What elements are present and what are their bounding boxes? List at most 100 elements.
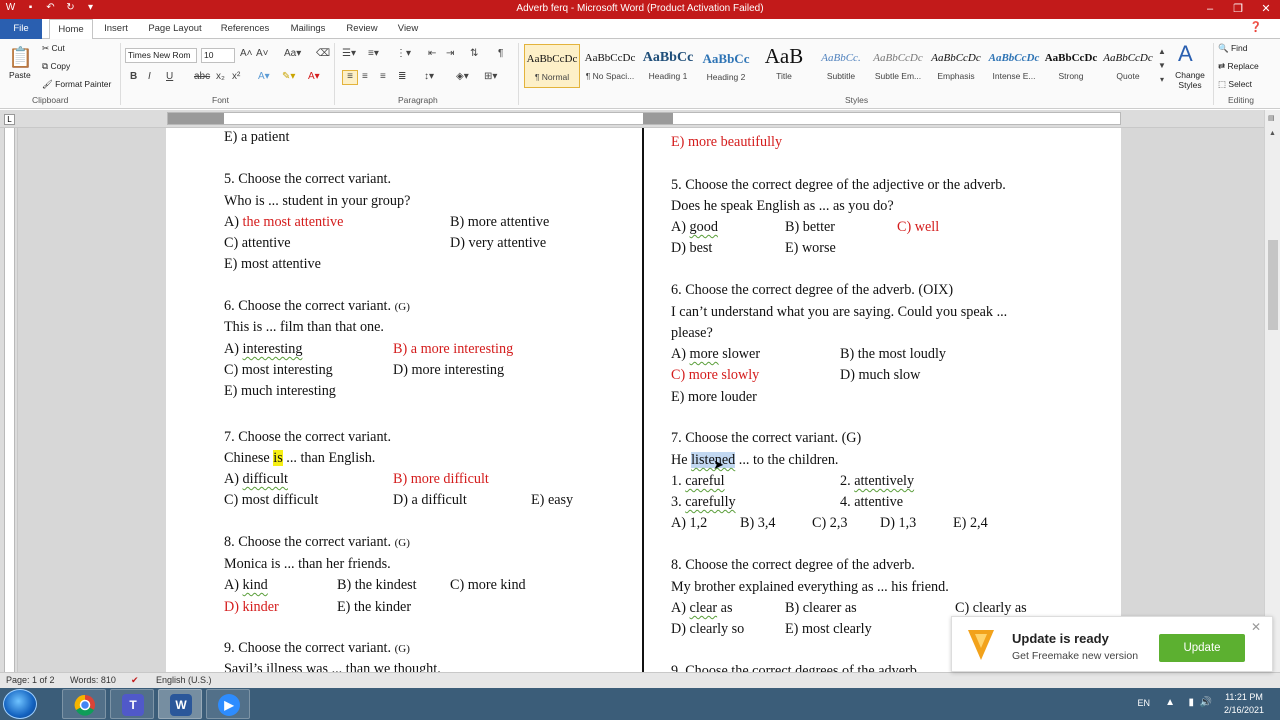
bullets-icon[interactable]: ☰▾ [342, 48, 356, 59]
numbering-icon[interactable]: ≡▾ [368, 48, 379, 59]
network-icon[interactable]: ▮ [1188, 697, 1194, 708]
horizontal-ruler[interactable] [167, 112, 1121, 125]
right-q5-option-c: C) well [897, 219, 940, 235]
style-heading-2[interactable]: AaBbCc Heading 2 [698, 44, 754, 88]
line-spacing-icon[interactable]: ↕▾ [424, 71, 434, 82]
clock-date[interactable]: 2/16/2021 [1216, 705, 1272, 715]
word-count[interactable]: Words: 810 [70, 675, 116, 685]
right-q7-option-3: 3. carefully [671, 494, 736, 510]
style-title[interactable]: AaB Title [756, 44, 812, 88]
grow-font-icon[interactable]: A˄ [240, 48, 253, 59]
underline-icon[interactable]: U [166, 71, 173, 82]
taskbar-zoom[interactable]: ▶ [206, 689, 250, 719]
help-icon[interactable]: ❓ [1250, 22, 1262, 33]
shading-icon[interactable]: ◈▾ [456, 71, 469, 82]
bold-icon[interactable]: B [130, 71, 137, 82]
clear-formatting-icon[interactable]: ⌫ [316, 48, 330, 59]
style-strong[interactable]: AaBbCcDc Strong [1043, 44, 1099, 88]
decrease-indent-icon[interactable]: ⇤ [428, 48, 436, 59]
italic-icon[interactable]: I [148, 71, 151, 82]
style-normal[interactable]: AaBbCcDc ¶ Normal [524, 44, 580, 88]
increase-indent-icon[interactable]: ⇥ [446, 48, 454, 59]
right-q8-heading: 8. Choose the correct degree of the adve… [671, 557, 915, 573]
font-group-label: Font [212, 95, 230, 105]
minimize-button[interactable]: – [1196, 0, 1224, 19]
font-color-icon[interactable]: A▾ [308, 71, 320, 82]
update-button[interactable]: Update [1159, 634, 1245, 662]
align-right-icon[interactable]: ≡ [380, 71, 386, 82]
align-center-icon[interactable]: ≡ [362, 71, 368, 82]
taskbar-word[interactable]: W [158, 689, 202, 719]
tab-insert[interactable]: Insert [96, 19, 136, 39]
justify-icon[interactable]: ≣ [398, 71, 406, 82]
multilevel-list-icon[interactable]: ⋮▾ [396, 48, 411, 59]
find-button[interactable]: 🔍 Find [1218, 43, 1248, 54]
right-q7-heading: 7. Choose the correct variant. (G) [671, 430, 862, 446]
page-count[interactable]: Page: 1 of 2 [6, 675, 55, 685]
style-subtle-emphasis[interactable]: AaBbCcDc Subtle Em... [870, 44, 926, 88]
style-quote[interactable]: AaBbCcDc Quote [1100, 44, 1156, 88]
font-name-select[interactable]: Times New Rom [125, 48, 197, 63]
left-q6-option-b: B) a more interesting [393, 341, 514, 357]
sort-icon[interactable]: ⇅ [470, 48, 478, 59]
language-indicator[interactable]: English (U.S.) [156, 675, 212, 685]
change-styles-button[interactable]: Change Styles [1170, 70, 1210, 90]
left-q6-question: This is ... film than that one. [224, 319, 384, 335]
taskbar-teams[interactable]: T [110, 689, 154, 719]
style-no-spacing[interactable]: AaBbCcDc ¶ No Spaci... [582, 44, 638, 88]
format-painter-button[interactable]: 🖌 Format Painter [42, 79, 111, 90]
font-size-select[interactable]: 10 [201, 48, 235, 63]
tab-selector-icon[interactable]: L [4, 114, 15, 125]
scrollbar-thumb[interactable] [1268, 240, 1278, 330]
volume-icon[interactable]: 🔊 [1200, 697, 1212, 708]
text-effects-icon[interactable]: A▾ [258, 71, 270, 82]
clock-time[interactable]: 11:21 PM [1216, 692, 1272, 702]
right-q6-question-1: I can’t understand what you are saying. … [671, 304, 1008, 320]
style-intense-emphasis[interactable]: AaBbCcDc Intense E... [986, 44, 1042, 88]
tab-home[interactable]: Home [49, 19, 93, 40]
start-button[interactable] [3, 689, 37, 719]
taskbar-chrome[interactable] [62, 689, 106, 719]
change-styles-icon[interactable]: A [1178, 41, 1193, 67]
show-marks-icon[interactable]: ¶ [498, 48, 503, 59]
tab-references[interactable]: References [214, 19, 276, 39]
copy-button[interactable]: ⧉ Copy [42, 61, 70, 72]
tab-view[interactable]: View [390, 19, 426, 39]
right-q6-option-d: D) much slow [840, 367, 921, 383]
input-language[interactable]: EN [1137, 698, 1150, 708]
paste-button[interactable]: Paste [9, 70, 31, 80]
right-q7-question[interactable]: He listened ... to the children. [671, 452, 838, 469]
restore-button[interactable]: ❐ [1224, 0, 1252, 19]
highlight-icon[interactable]: ✎▾ [282, 71, 295, 82]
proofing-icon[interactable]: ✔ [131, 675, 139, 686]
style-heading-1[interactable]: AaBbCc Heading 1 [640, 44, 696, 88]
right-q8-option-d: D) clearly so [671, 621, 745, 637]
replace-button[interactable]: ⇄ Replace [1218, 61, 1259, 72]
style-emphasis[interactable]: AaBbCcDc Emphasis [928, 44, 984, 88]
change-case-icon[interactable]: Aa▾ [284, 48, 301, 59]
borders-icon[interactable]: ⊞▾ [484, 71, 497, 82]
strikethrough-icon[interactable]: abc [194, 71, 210, 82]
subscript-icon[interactable]: x₂ [216, 71, 225, 82]
align-left-icon[interactable]: ≡ [342, 70, 358, 85]
close-button[interactable]: ✕ [1252, 0, 1280, 19]
ruler-toggle-icon[interactable]: ▤ [1268, 114, 1275, 122]
close-toast-icon[interactable]: ✕ [1251, 620, 1261, 634]
paste-icon[interactable]: 📋 [8, 45, 33, 69]
shrink-font-icon[interactable]: A˅ [256, 48, 269, 59]
superscript-icon[interactable]: x² [232, 71, 240, 82]
style-subtitle[interactable]: AaBbCc. Subtitle [813, 44, 869, 88]
vertical-scrollbar[interactable]: ▤ ▲ [1264, 110, 1280, 672]
select-button[interactable]: ⬚ Select [1218, 79, 1252, 90]
clipboard-group-label: Clipboard [32, 95, 69, 105]
vertical-ruler[interactable] [0, 128, 18, 672]
tab-page-layout[interactable]: Page Layout [142, 19, 208, 39]
scroll-up-icon[interactable]: ▲ [1269, 130, 1276, 137]
right-q7-option-2: 2. attentively [840, 473, 915, 489]
cut-button[interactable]: ✂ Cut [42, 43, 65, 54]
tab-file[interactable]: File [0, 19, 42, 39]
tray-arrow-icon[interactable]: ▲ [1165, 697, 1175, 708]
styles-scroll-icon[interactable]: ▲ ▼ ▾ [1158, 45, 1166, 87]
tab-mailings[interactable]: Mailings [282, 19, 334, 39]
tab-review[interactable]: Review [340, 19, 384, 39]
